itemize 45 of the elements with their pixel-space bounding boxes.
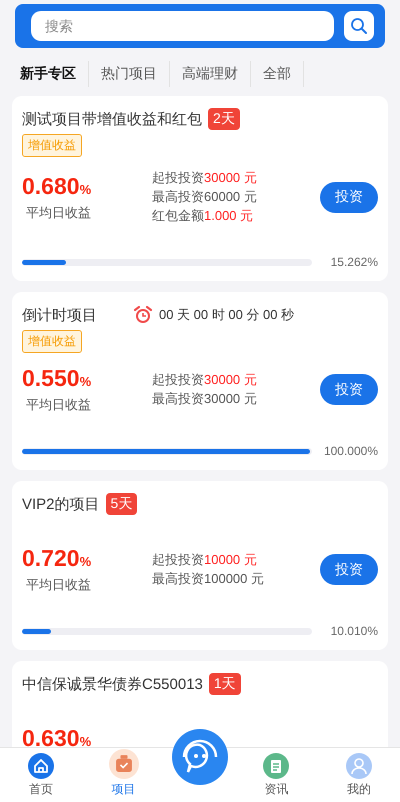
rate-label: 平均日收益 xyxy=(26,204,92,222)
rate-value: 0.550% xyxy=(22,365,92,392)
progress-percent: 15.262% xyxy=(330,255,378,269)
category-tab[interactable]: 高端理财 xyxy=(170,61,251,87)
rate-label: 平均日收益 xyxy=(26,576,92,594)
rate-label: 平均日收益 xyxy=(26,396,92,414)
alarm-clock-icon xyxy=(133,305,153,325)
search-field[interactable]: 搜索 xyxy=(31,11,334,41)
investment-detail: 起投投资30000 元 xyxy=(152,371,258,389)
category-tab[interactable]: 新手专区 xyxy=(12,61,89,87)
days-badge: 2天 xyxy=(208,108,240,130)
days-badge: 5天 xyxy=(106,493,138,515)
category-tab[interactable]: 热门项目 xyxy=(89,61,170,87)
home-icon xyxy=(28,753,54,779)
investment-detail: 最高投资100000 元 xyxy=(152,570,265,588)
investment-detail: 起投投资30000 元 xyxy=(152,169,258,187)
countdown-text: 00 天 00 时 00 分 00 秒 xyxy=(159,306,294,324)
project-title: 倒计时项目 xyxy=(22,306,97,324)
project-title: 测试项目带增值收益和红包 xyxy=(22,110,202,128)
investment-detail: 最高投资60000 元 xyxy=(152,188,258,206)
progress-percent: 10.010% xyxy=(330,624,378,638)
nav-tab[interactable]: 项目 xyxy=(82,748,165,802)
search-icon xyxy=(350,17,368,35)
invest-button[interactable]: 投资 xyxy=(320,554,378,585)
project-title: 中信保诚景华债券C550013 xyxy=(22,674,203,694)
nav-tab[interactable]: 我的 xyxy=(318,748,400,802)
project-title: VIP2的项目 xyxy=(22,494,100,514)
user-icon xyxy=(346,753,372,779)
investment-detail: 起投投资10000 元 xyxy=(152,551,258,569)
investment-detail: 最高投资30000 元 xyxy=(152,390,258,408)
yield-tag: 增值收益 xyxy=(22,330,82,353)
progress-percent: 100.000% xyxy=(322,444,378,458)
investment-detail: 红包金额1.000 元 xyxy=(152,207,254,225)
rate-value: 0.630% xyxy=(22,725,92,747)
invest-button[interactable]: 投资 xyxy=(320,374,378,405)
nav-tab[interactable]: 首页 xyxy=(0,748,82,802)
category-tab[interactable]: 全部 xyxy=(251,61,304,87)
days-badge: 1天 xyxy=(208,673,241,695)
search-button[interactable] xyxy=(344,11,374,41)
rate-value: 0.680% xyxy=(22,172,92,200)
yield-tag: 增值收益 xyxy=(22,134,82,157)
invest-button[interactable]: 投资 xyxy=(320,182,378,212)
rate-value: 0.720% xyxy=(22,545,92,572)
nav-tab[interactable]: 资讯 xyxy=(235,748,318,802)
notepad-icon xyxy=(263,753,290,779)
